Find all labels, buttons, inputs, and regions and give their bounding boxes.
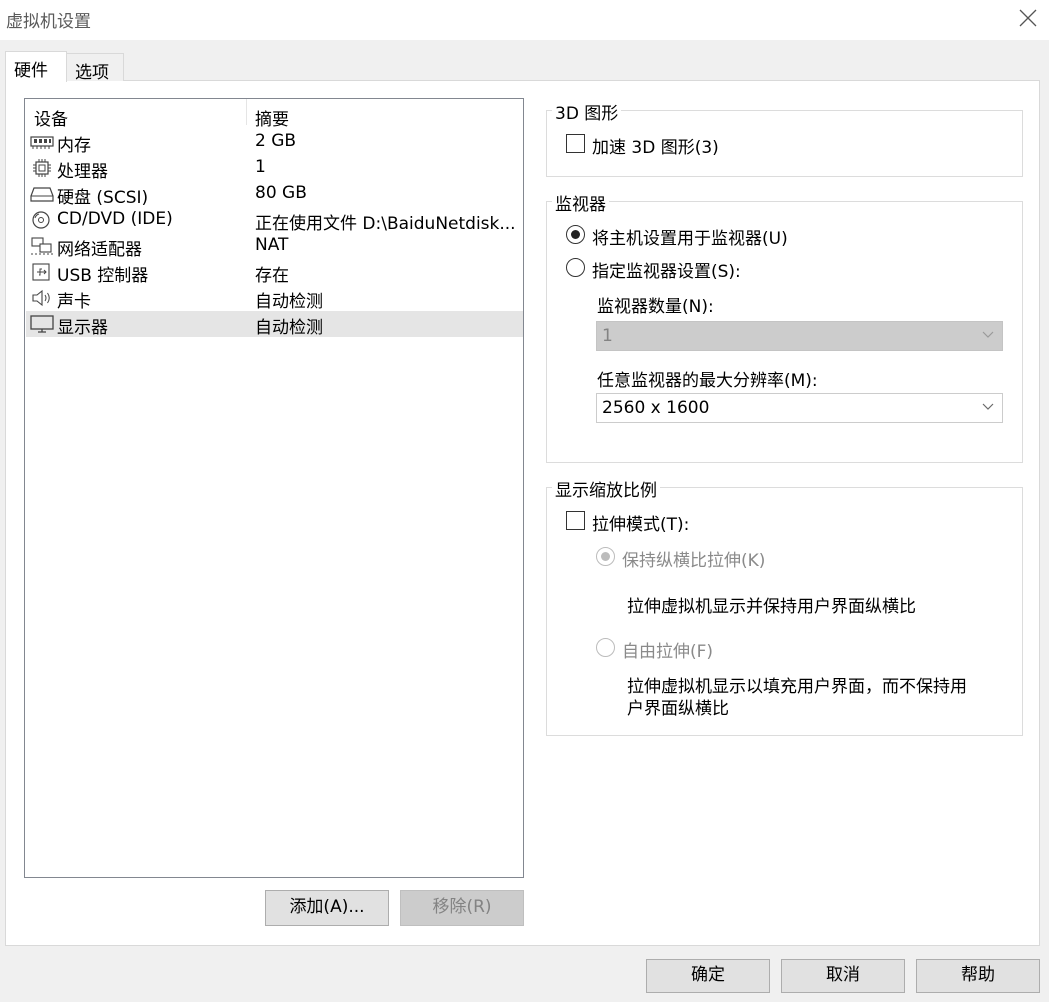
accelerate-3d-label[interactable]: 加速 3D 图形(3) xyxy=(592,133,719,158)
ok-button[interactable]: 确定 xyxy=(646,959,770,993)
keep-aspect-description: 拉伸虚拟机显示并保持用户界面纵横比 xyxy=(627,597,916,617)
device-name: 显示器 xyxy=(57,318,108,338)
device-summary: 存在 xyxy=(255,266,289,286)
device-row-network-adapter[interactable]: 网络适配器 NAT xyxy=(26,233,523,260)
device-row-cd-dvd[interactable]: CD/DVD (IDE) 正在使用文件 D:\BaiduNetdisk... xyxy=(26,207,523,234)
tab-options-label: 选项 xyxy=(75,63,109,83)
window-title: 虚拟机设置 xyxy=(6,12,91,32)
add-device-button[interactable]: 添加(A)... xyxy=(265,890,389,926)
device-row-processor[interactable]: 处理器 1 xyxy=(26,155,523,182)
tab-options[interactable]: 选项 xyxy=(66,53,124,83)
device-summary: 80 GB xyxy=(255,183,307,203)
close-button[interactable] xyxy=(1008,0,1048,36)
use-host-settings-label[interactable]: 将主机设置用于监视器(U) xyxy=(592,224,788,249)
remove-device-button[interactable]: 移除(R) xyxy=(400,890,524,926)
device-summary: 正在使用文件 D:\BaiduNetdisk... xyxy=(255,214,516,234)
monitor-count-select[interactable]: 1 xyxy=(596,321,1003,351)
usb-icon xyxy=(32,263,50,281)
device-name: 网络适配器 xyxy=(57,240,142,260)
device-row-hard-disk[interactable]: 硬盘 (SCSI) 80 GB xyxy=(26,181,523,208)
processor-icon xyxy=(33,159,51,177)
cd-dvd-icon xyxy=(32,211,50,229)
device-summary: 2 GB xyxy=(255,131,297,151)
memory-icon xyxy=(30,136,54,149)
device-name: 处理器 xyxy=(57,162,108,182)
title-bar xyxy=(0,0,1049,40)
monitor-count-value: 1 xyxy=(602,326,613,346)
close-icon xyxy=(1019,9,1037,27)
column-header-summary[interactable]: 摘要 xyxy=(255,105,289,130)
free-stretch-radio[interactable] xyxy=(596,638,615,657)
keep-aspect-stretch-radio[interactable] xyxy=(596,547,615,566)
tab-hardware-label: 硬件 xyxy=(14,61,48,81)
device-list[interactable]: 设备 摘要 内存 2 GB 处理器 1 硬盘 (SCSI) 80 GB CD/D… xyxy=(24,98,524,878)
device-name: 声卡 xyxy=(57,292,91,312)
speaker-icon xyxy=(32,289,50,307)
specify-monitor-settings-label[interactable]: 指定监视器设置(S): xyxy=(592,257,741,282)
chevron-down-icon xyxy=(982,403,994,410)
help-button[interactable]: 帮助 xyxy=(916,959,1040,993)
device-name: CD/DVD (IDE) xyxy=(57,209,173,229)
max-resolution-select[interactable]: 2560 x 1600 xyxy=(596,393,1003,423)
device-name: 硬盘 (SCSI) xyxy=(57,188,149,208)
column-header-device[interactable]: 设备 xyxy=(34,105,68,130)
monitor-count-label: 监视器数量(N): xyxy=(597,297,714,317)
use-host-settings-radio[interactable] xyxy=(566,225,585,244)
device-row-memory[interactable]: 内存 2 GB xyxy=(26,129,523,156)
cancel-button[interactable]: 取消 xyxy=(781,959,905,993)
max-resolution-value: 2560 x 1600 xyxy=(602,398,710,418)
device-summary: 1 xyxy=(255,157,266,177)
stretch-mode-checkbox[interactable] xyxy=(566,511,585,530)
column-divider[interactable] xyxy=(246,99,247,125)
display-icon xyxy=(30,315,54,333)
group-display-scaling-title: 显示缩放比例 xyxy=(552,476,660,501)
accelerate-3d-checkbox[interactable] xyxy=(566,134,585,153)
free-stretch-label[interactable]: 自由拉伸(F) xyxy=(622,637,713,662)
device-row-display[interactable]: 显示器 自动检测 xyxy=(26,311,523,338)
max-resolution-label: 任意监视器的最大分辨率(M): xyxy=(597,371,818,391)
device-row-usb-controller[interactable]: USB 控制器 存在 xyxy=(26,259,523,286)
specify-monitor-settings-radio[interactable] xyxy=(566,258,585,277)
free-stretch-description-line2: 户界面纵横比 xyxy=(627,699,729,719)
network-adapter-icon xyxy=(31,237,53,255)
group-3d-graphics-title: 3D 图形 xyxy=(552,99,622,124)
chevron-down-icon xyxy=(982,331,994,338)
device-name: 内存 xyxy=(57,136,91,156)
stretch-mode-label[interactable]: 拉伸模式(T): xyxy=(592,510,689,535)
tab-hardware[interactable]: 硬件 xyxy=(5,51,67,82)
device-summary: 自动检测 xyxy=(255,292,323,312)
device-row-sound-card[interactable]: 声卡 自动检测 xyxy=(26,285,523,312)
group-monitor-title: 监视器 xyxy=(552,190,609,215)
device-summary: NAT xyxy=(255,235,289,255)
keep-aspect-stretch-label[interactable]: 保持纵横比拉伸(K) xyxy=(622,546,765,571)
hard-disk-icon xyxy=(30,187,54,202)
device-name: USB 控制器 xyxy=(57,266,149,286)
device-summary: 自动检测 xyxy=(255,318,323,338)
